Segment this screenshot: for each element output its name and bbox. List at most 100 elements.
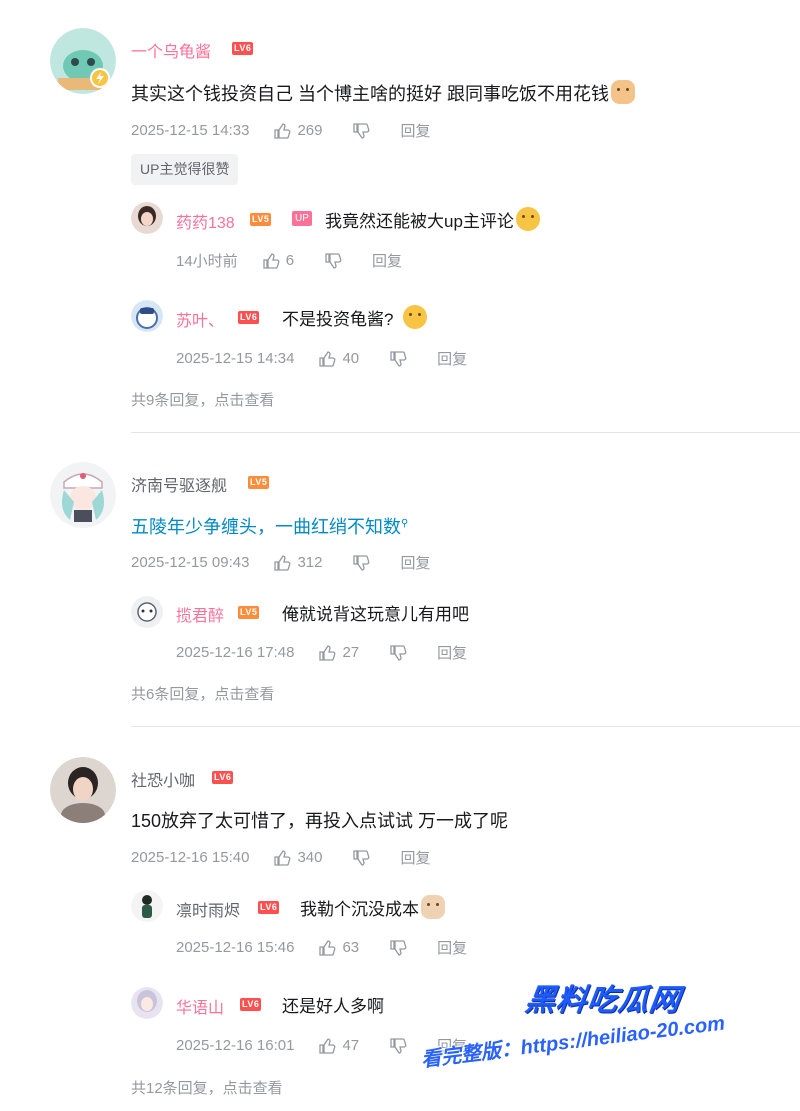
dislike-button[interactable]	[389, 350, 407, 368]
reply-button[interactable]: 回复	[400, 847, 430, 868]
like-button[interactable]: 40	[318, 350, 359, 368]
like-icon	[263, 252, 280, 269]
comment-text: 其实这个钱投资自己 当个博主啥的挺好 跟同事吃饭不用花钱	[131, 80, 635, 106]
level-badge: LV5	[250, 213, 272, 226]
like-button[interactable]: 63	[318, 939, 359, 957]
like-icon	[319, 350, 336, 367]
dog-emoji-icon	[611, 80, 635, 104]
dislike-icon	[390, 644, 407, 661]
avatar[interactable]	[131, 596, 163, 628]
reply-meta: 2025-12-16 15:46 63 回复	[176, 937, 467, 958]
username[interactable]: 一个乌龟酱	[131, 38, 211, 62]
level-badge: LV6	[232, 42, 254, 55]
like-button[interactable]: 269	[273, 122, 322, 140]
like-count: 27	[342, 644, 360, 661]
reply-text: 我竟然还能被大up主评论	[325, 207, 540, 232]
like-button[interactable]: 6	[262, 252, 294, 270]
username[interactable]: 苏叶、	[176, 307, 224, 331]
like-button[interactable]: 27	[318, 644, 359, 662]
timestamp: 2025-12-15 14:34	[176, 350, 295, 367]
like-count: 40	[342, 350, 360, 367]
like-count: 269	[297, 122, 323, 139]
username[interactable]: 揽君醉	[176, 602, 224, 626]
dislike-button[interactable]	[389, 1037, 407, 1055]
dislike-icon	[353, 554, 370, 571]
dislike-icon	[390, 350, 407, 367]
username[interactable]: 药药138	[176, 209, 235, 233]
reply-text: 我勒个沉没成本	[300, 895, 445, 920]
view-more-replies[interactable]: 共12条回复，点击查看	[131, 1077, 283, 1098]
timestamp: 14小时前	[176, 253, 238, 270]
up-liked-badge: UP主觉得很赞	[131, 154, 239, 185]
reply-text: 还是好人多啊	[282, 997, 384, 1016]
like-button[interactable]: 312	[273, 554, 322, 572]
reply-button[interactable]: 回复	[400, 120, 430, 141]
divider	[131, 432, 800, 433]
reply-button[interactable]: 回复	[437, 348, 467, 369]
username[interactable]: 华语山	[176, 994, 224, 1018]
reply-text: 不是投资龟酱?	[282, 305, 428, 330]
avatar[interactable]	[50, 757, 116, 823]
comment-meta: 2025-12-15 14:33 269 回复	[131, 120, 430, 141]
avatar[interactable]	[131, 987, 163, 1019]
avatar[interactable]	[50, 462, 116, 528]
like-icon	[319, 644, 336, 661]
like-icon	[274, 122, 291, 139]
username[interactable]: 凛时雨烬	[176, 897, 240, 921]
dislike-button[interactable]	[389, 644, 407, 662]
timestamp: 2025-12-15 09:43	[131, 554, 250, 571]
dislike-icon	[390, 939, 407, 956]
username[interactable]: 济南号驱逐舰	[131, 472, 227, 496]
level-badge: LV6	[238, 311, 260, 324]
username[interactable]: 社恐小咖	[131, 767, 195, 791]
level-badge: LV5	[248, 476, 270, 489]
reply-button[interactable]: 回复	[437, 937, 467, 958]
like-icon	[274, 849, 291, 866]
dislike-icon	[390, 1037, 407, 1054]
dislike-icon	[325, 252, 342, 269]
avatar[interactable]	[131, 300, 163, 332]
level-badge: LV6	[240, 998, 262, 1011]
timestamp: 2025-12-15 14:33	[131, 122, 250, 139]
like-icon	[319, 1037, 336, 1054]
level-badge: LV6	[258, 901, 280, 914]
comment-meta: 2025-12-16 15:40 340 回复	[131, 847, 430, 868]
avatar[interactable]	[131, 890, 163, 922]
reply-button[interactable]: 回复	[372, 250, 402, 271]
avatar[interactable]	[131, 202, 163, 234]
watermark-title: 黑料吃瓜网	[523, 984, 683, 1017]
watermark: 黑料吃瓜网 看完整版：https://heiliao-20.com	[420, 975, 790, 1095]
like-icon	[274, 554, 291, 571]
timestamp: 2025-12-16 15:46	[176, 939, 295, 956]
avatar[interactable]	[50, 28, 116, 94]
like-count: 47	[342, 1037, 360, 1054]
like-button[interactable]: 340	[273, 849, 322, 867]
search-superscript-icon[interactable]: ⚲	[401, 518, 408, 529]
dislike-icon	[353, 849, 370, 866]
view-more-replies[interactable]: 共9条回复，点击查看	[131, 389, 274, 410]
divider	[131, 726, 800, 727]
dislike-icon	[353, 122, 370, 139]
reply-meta: 2025-12-15 14:34 40 回复	[176, 348, 467, 369]
timestamp: 2025-12-16 16:01	[176, 1037, 295, 1054]
level-badge: LV5	[238, 606, 260, 619]
timestamp: 2025-12-16 17:48	[176, 644, 295, 661]
dislike-button[interactable]	[324, 252, 342, 270]
timestamp: 2025-12-16 15:40	[131, 849, 250, 866]
reply-meta: 2025-12-16 17:48 27 回复	[176, 642, 467, 663]
emoji-icon	[403, 305, 428, 329]
comment-text: 150放弃了太可惜了，再投入点试试 万一成了呢	[131, 811, 509, 831]
dislike-button[interactable]	[389, 939, 407, 957]
comment-text: 五陵年少争缠头，一曲红绡不知数⚲	[131, 517, 409, 537]
like-button[interactable]: 47	[318, 1037, 359, 1055]
dislike-button[interactable]	[352, 554, 370, 572]
reply-button[interactable]: 回复	[437, 642, 467, 663]
dog-emoji-icon	[421, 895, 445, 919]
dislike-button[interactable]	[352, 122, 370, 140]
like-count: 6	[285, 252, 295, 269]
like-count: 63	[342, 939, 360, 956]
view-more-replies[interactable]: 共6条回复，点击查看	[131, 683, 274, 704]
dislike-button[interactable]	[352, 849, 370, 867]
reply-button[interactable]: 回复	[400, 552, 430, 573]
reply-meta: 14小时前 6 回复	[176, 250, 402, 271]
